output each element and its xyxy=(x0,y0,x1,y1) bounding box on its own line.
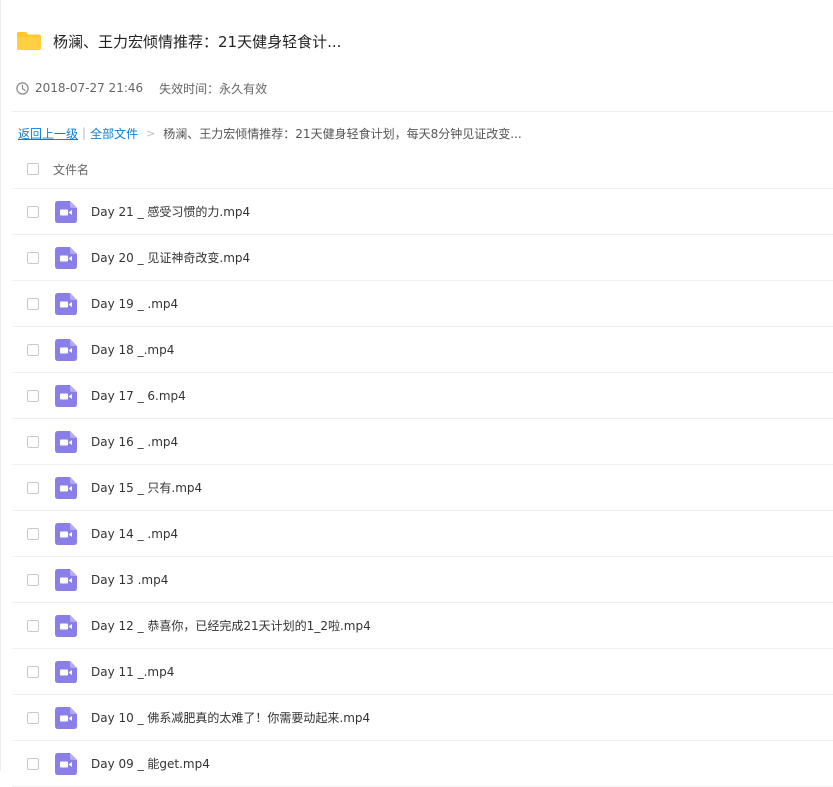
file-name[interactable]: Day 21 _ 感受习惯的力.mp4 xyxy=(91,203,250,220)
file-list: 文件名 Day 21 _ 感受习惯的力.mp4 Day 20 _ 见证神奇改变.m… xyxy=(12,150,833,787)
file-row[interactable]: Day 10 _ 佛系减肥真的太难了！你需要动起来.mp4 xyxy=(12,695,833,741)
file-name[interactable]: Day 18 _.mp4 xyxy=(91,343,174,357)
video-file-icon xyxy=(55,614,77,637)
file-row[interactable]: Day 21 _ 感受习惯的力.mp4 xyxy=(12,189,833,235)
video-file-icon xyxy=(55,292,77,315)
breadcrumb-separator: | xyxy=(82,126,87,140)
file-name[interactable]: Day 14 _ .mp4 xyxy=(91,527,178,541)
video-file-icon xyxy=(55,706,77,729)
file-checkbox[interactable] xyxy=(27,619,39,632)
file-row[interactable]: Day 09 _ 能get.mp4 xyxy=(12,741,833,787)
file-name[interactable]: Day 10 _ 佛系减肥真的太难了！你需要动起来.mp4 xyxy=(91,709,370,726)
file-row[interactable]: Day 17 _ 6.mp4 xyxy=(12,373,833,419)
breadcrumb-current: 杨澜、王力宏倾情推荐：21天健身轻食计划，每天8分钟见证改变... xyxy=(163,126,522,141)
header-divider xyxy=(12,111,833,112)
video-file-icon xyxy=(55,384,77,407)
breadcrumb: 返回上一级 | 全部文件 > 杨澜、王力宏倾情推荐：21天健身轻食计划，每天8分… xyxy=(18,124,522,142)
file-name[interactable]: Day 17 _ 6.mp4 xyxy=(91,389,186,403)
file-checkbox[interactable] xyxy=(27,251,39,264)
file-list-header: 文件名 xyxy=(12,150,833,189)
file-checkbox[interactable] xyxy=(27,481,39,494)
all-files-link[interactable]: 全部文件 xyxy=(90,125,138,142)
file-row[interactable]: Day 20 _ 见证神奇改变.mp4 xyxy=(12,235,833,281)
expiry-text: 失效时间：永久有效 xyxy=(159,81,268,96)
file-checkbox[interactable] xyxy=(27,527,39,540)
file-checkbox[interactable] xyxy=(27,665,39,678)
breadcrumb-arrow-icon: > xyxy=(146,126,156,140)
video-file-icon xyxy=(55,338,77,361)
select-all-checkbox[interactable] xyxy=(27,163,39,175)
file-checkbox[interactable] xyxy=(27,205,39,218)
video-file-icon xyxy=(55,200,77,223)
file-name[interactable]: Day 19 _ .mp4 xyxy=(91,297,178,311)
file-row[interactable]: Day 13 .mp4 xyxy=(12,557,833,603)
page-title: 杨澜、王力宏倾情推荐：21天健身轻食计... xyxy=(53,32,342,51)
file-row[interactable]: Day 15 _ 只有.mp4 xyxy=(12,465,833,511)
file-row[interactable]: Day 16 _ .mp4 xyxy=(12,419,833,465)
file-name[interactable]: Day 11 _.mp4 xyxy=(91,665,174,679)
file-checkbox[interactable] xyxy=(27,297,39,310)
file-row[interactable]: Day 18 _.mp4 xyxy=(12,327,833,373)
clock-icon xyxy=(16,81,29,95)
file-rows: Day 21 _ 感受习惯的力.mp4 Day 20 _ 见证神奇改变.mp4 Da… xyxy=(12,189,833,787)
file-name[interactable]: Day 16 _ .mp4 xyxy=(91,435,178,449)
file-checkbox[interactable] xyxy=(27,711,39,724)
video-file-icon xyxy=(55,660,77,683)
video-file-icon xyxy=(55,568,77,591)
file-row[interactable]: Day 12 _ 恭喜你，已经完成21天计划的1_2啦.mp4 xyxy=(12,603,833,649)
file-row[interactable]: Day 14 _ .mp4 xyxy=(12,511,833,557)
file-name[interactable]: Day 20 _ 见证神奇改变.mp4 xyxy=(91,249,250,266)
left-border xyxy=(0,0,1,771)
share-header: 杨澜、王力宏倾情推荐：21天健身轻食计... xyxy=(16,28,341,54)
file-checkbox[interactable] xyxy=(27,343,39,356)
share-date: 2018-07-27 21:46 xyxy=(35,81,144,95)
file-name[interactable]: Day 12 _ 恭喜你，已经完成21天计划的1_2啦.mp4 xyxy=(91,617,371,634)
share-meta: 2018-07-27 21:46 失效时间：永久有效 xyxy=(16,79,267,97)
video-file-icon xyxy=(55,476,77,499)
file-checkbox[interactable] xyxy=(27,757,39,770)
video-file-icon xyxy=(55,522,77,545)
file-name[interactable]: Day 15 _ 只有.mp4 xyxy=(91,479,202,496)
file-name[interactable]: Day 09 _ 能get.mp4 xyxy=(91,755,210,772)
file-row[interactable]: Day 11 _.mp4 xyxy=(12,649,833,695)
file-row[interactable]: Day 19 _ .mp4 xyxy=(12,281,833,327)
file-checkbox[interactable] xyxy=(27,389,39,402)
folder-icon xyxy=(16,31,42,51)
file-checkbox[interactable] xyxy=(27,435,39,448)
video-file-icon xyxy=(55,430,77,453)
column-header-filename: 文件名 xyxy=(53,162,90,177)
video-file-icon xyxy=(55,752,77,775)
back-link[interactable]: 返回上一级 xyxy=(18,125,78,142)
file-name[interactable]: Day 13 .mp4 xyxy=(91,573,168,587)
file-checkbox[interactable] xyxy=(27,573,39,586)
video-file-icon xyxy=(55,246,77,269)
